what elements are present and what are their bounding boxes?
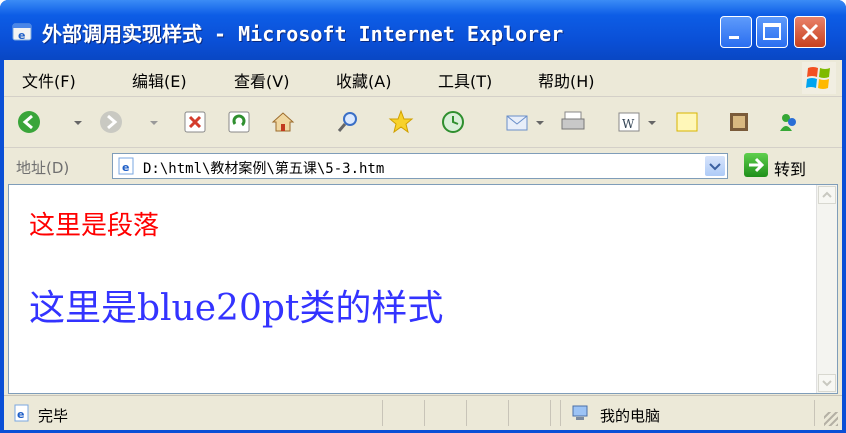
- status-text: 完毕: [38, 407, 69, 425]
- back-dropdown-icon[interactable]: [72, 109, 84, 135]
- address-label: 地址(D): [16, 159, 70, 177]
- forward-icon[interactable]: [98, 109, 124, 135]
- zone-text: 我的电脑: [600, 407, 661, 425]
- messenger-icon[interactable]: [776, 109, 802, 135]
- menu-file[interactable]: 文件(F): [22, 68, 76, 92]
- paragraph-text: 这里是段落: [29, 211, 160, 241]
- minimize-icon: [729, 36, 739, 39]
- address-input[interactable]: e D:\html\教材案例\第五课\5-3.htm: [112, 153, 728, 179]
- title-bar[interactable]: e 外部调用实现样式 - Microsoft Internet Explorer: [0, 0, 846, 60]
- close-button[interactable]: [794, 16, 826, 48]
- menu-edit[interactable]: 编辑(E): [132, 68, 187, 92]
- go-label[interactable]: 转到: [774, 156, 806, 180]
- standard-toolbar: W: [4, 97, 842, 148]
- back-icon[interactable]: [16, 109, 42, 135]
- maximize-icon: [763, 23, 781, 40]
- favorites-icon[interactable]: [388, 109, 414, 135]
- address-bar: 地址(D) e D:\html\教材案例\第五课\5-3.htm 转到: [4, 148, 842, 184]
- chevron-down-icon: [709, 163, 721, 171]
- status-divider: [814, 400, 815, 426]
- discuss-icon[interactable]: [674, 109, 700, 135]
- status-divider: [424, 400, 425, 426]
- ie-window: e 外部调用实现样式 - Microsoft Internet Explorer…: [0, 0, 846, 433]
- mail-icon[interactable]: [504, 109, 530, 135]
- research-icon[interactable]: [726, 109, 752, 135]
- browser-frame: 文件(F) 编辑(E) 查看(V) 收藏(A) 工具(T) 帮助(H) W 地址…: [4, 60, 842, 430]
- page-icon: e: [118, 157, 134, 175]
- history-icon[interactable]: [440, 109, 466, 135]
- chevron-down-icon: [822, 380, 832, 387]
- ie-logo-icon: e: [12, 23, 32, 42]
- mail-dropdown-icon[interactable]: [534, 109, 546, 135]
- status-divider: [382, 400, 383, 426]
- my-computer-icon: [572, 405, 588, 420]
- menu-view[interactable]: 查看(V): [234, 68, 289, 92]
- stop-icon[interactable]: [182, 109, 208, 135]
- vertical-scrollbar[interactable]: [816, 185, 837, 393]
- resize-grip[interactable]: [824, 412, 838, 426]
- address-dropdown-button[interactable]: [705, 156, 725, 176]
- menu-bar: 文件(F) 编辑(E) 查看(V) 收藏(A) 工具(T) 帮助(H): [4, 60, 842, 97]
- svg-text:W: W: [622, 117, 635, 131]
- status-divider: [560, 400, 561, 426]
- refresh-icon[interactable]: [226, 109, 252, 135]
- menu-favorites[interactable]: 收藏(A): [336, 68, 391, 92]
- menu-tools[interactable]: 工具(T): [438, 68, 492, 92]
- page-content: 这里是段落 这里是blue20pt类的样式: [8, 184, 838, 394]
- chevron-up-icon: [822, 191, 832, 198]
- page-done-icon: e: [14, 404, 29, 422]
- status-divider: [466, 400, 467, 426]
- address-value: D:\html\教材案例\第五课\5-3.htm: [143, 161, 385, 177]
- windows-logo-icon: [802, 62, 836, 94]
- menu-help[interactable]: 帮助(H): [538, 68, 595, 92]
- arrow-right-icon: [749, 157, 765, 173]
- edit-dropdown-icon[interactable]: [646, 109, 658, 135]
- svg-text:e: e: [18, 29, 25, 42]
- maximize-button[interactable]: [756, 16, 788, 48]
- blue20pt-text: 这里是blue20pt类的样式: [29, 288, 444, 329]
- scroll-up-button[interactable]: [818, 186, 836, 204]
- go-button[interactable]: [744, 153, 768, 177]
- close-icon: [801, 23, 819, 41]
- svg-text:e: e: [122, 161, 129, 174]
- svg-text:e: e: [17, 408, 24, 421]
- home-icon[interactable]: [270, 109, 296, 135]
- print-icon[interactable]: [560, 109, 586, 135]
- status-bar: e 完毕 我的电脑: [4, 395, 842, 430]
- status-divider: [508, 400, 509, 426]
- edit-word-icon[interactable]: W: [616, 109, 642, 135]
- forward-dropdown-icon[interactable]: [148, 109, 160, 135]
- window-title: 外部调用实现样式 - Microsoft Internet Explorer: [42, 22, 564, 46]
- status-divider: [550, 400, 551, 426]
- search-icon[interactable]: [336, 109, 362, 135]
- scroll-down-button[interactable]: [818, 374, 836, 392]
- minimize-button[interactable]: [720, 16, 752, 48]
